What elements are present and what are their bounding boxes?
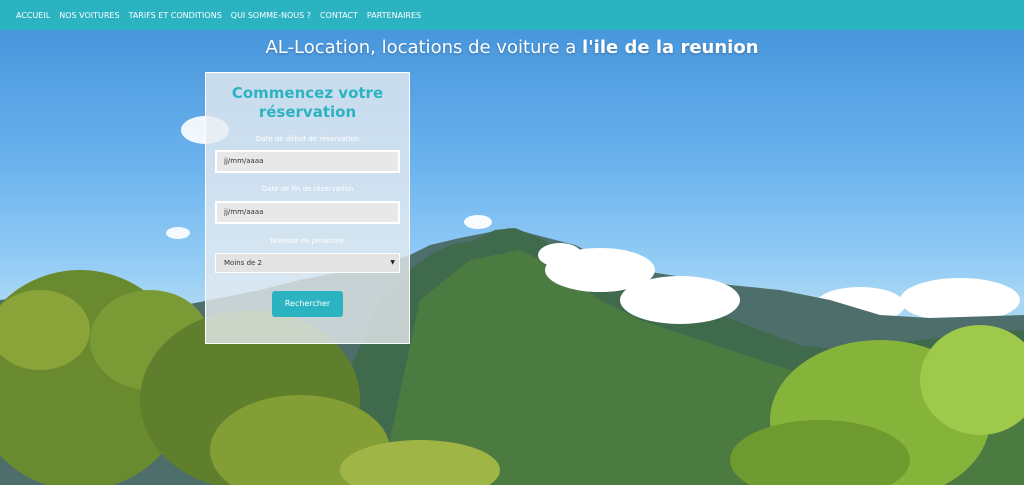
nav-contact[interactable]: CONTACT xyxy=(320,11,358,20)
end-date-label: Date de fin de réservation xyxy=(261,185,354,193)
hero-background xyxy=(0,0,1024,485)
people-count-select[interactable]: Moins de 2 ▼ xyxy=(215,253,400,273)
nav-partenaires[interactable]: PARTENAIRES xyxy=(367,11,421,20)
chevron-down-icon: ▼ xyxy=(390,259,395,266)
top-navbar: ACCUEIL NOS VOITURES TARIFS ET CONDITION… xyxy=(0,0,1024,30)
nav-nos-voitures[interactable]: NOS VOITURES xyxy=(59,11,119,20)
end-date-input[interactable]: jj/mm/aaaa xyxy=(215,201,400,224)
reservation-panel: Commencez votre réservation Date de débu… xyxy=(205,72,410,344)
people-count-label: Nombre de personne xyxy=(270,237,345,245)
mountain-landscape-image xyxy=(0,116,1024,485)
nav-accueil[interactable]: ACCUEIL xyxy=(16,11,50,20)
search-button[interactable]: Rechercher xyxy=(272,291,343,317)
start-date-label: Date de début de réservation xyxy=(255,135,360,143)
nav-qui-sommes-nous[interactable]: QUI SOMME-NOUS ? xyxy=(231,11,311,20)
reservation-title: Commencez votre réservation xyxy=(231,84,384,121)
headline-part2: l'ile de la reunion xyxy=(582,37,759,58)
people-count-value: Moins de 2 xyxy=(224,259,263,267)
page-headline: AL-Location, locations de voiture a l'il… xyxy=(0,37,1024,58)
headline-part1: AL-Location, locations de voiture a xyxy=(265,37,582,58)
nav-tarifs-et-conditions[interactable]: TARIFS ET CONDITIONS xyxy=(129,11,222,20)
start-date-input[interactable]: jj/mm/aaaa xyxy=(215,150,400,173)
